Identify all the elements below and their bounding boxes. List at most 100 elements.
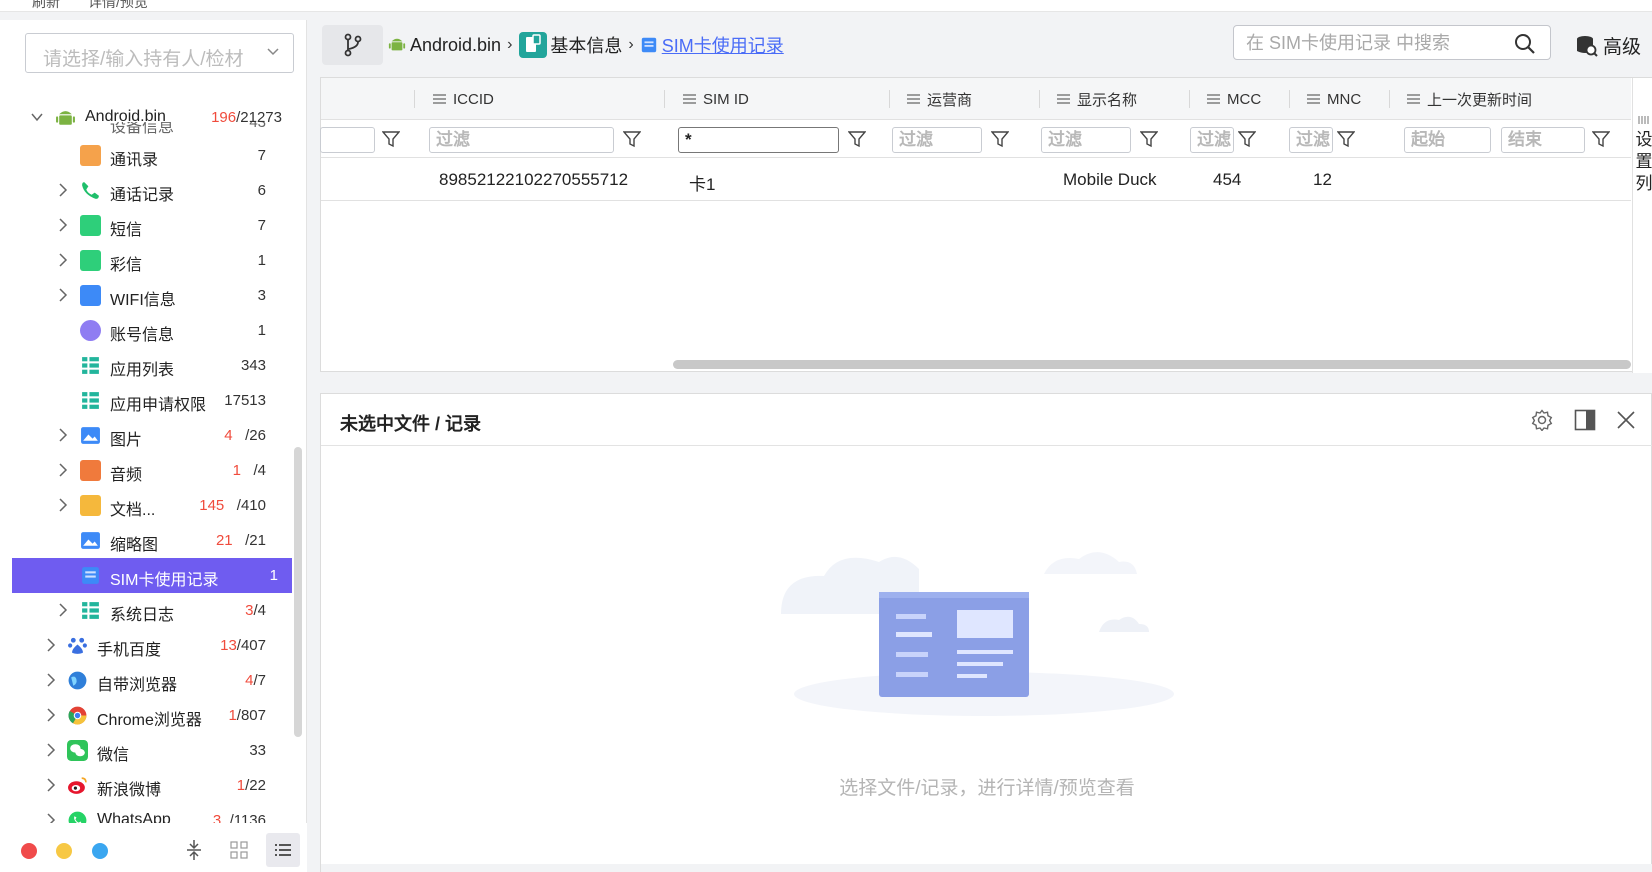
column-menu-icon[interactable] [907,94,920,104]
chevron-right-icon[interactable] [45,708,57,722]
column-menu-icon[interactable] [1407,94,1420,104]
column-header-display-name[interactable]: 显示名称 [1057,78,1137,120]
tree-item-label: 音频 [110,467,143,484]
weibo-icon [68,777,87,794]
top-menu-item-refresh[interactable]: 刷新 [32,0,60,11]
tree-item-account[interactable]: 账号信息 1 [0,313,292,348]
detail-close-button[interactable] [1613,407,1639,433]
tree-item-audio[interactable]: 音频 1 /4 [0,453,292,488]
filter-icon[interactable] [1592,130,1610,148]
sidebar-footer [0,823,307,872]
image-icon [81,427,100,444]
top-menu-item-detail-preview[interactable]: 详情/预览 [88,0,148,11]
tree-app-baidu[interactable]: 手机百度 13/407 [0,628,292,663]
tree-item-mms[interactable]: 彩信 1 [0,243,292,278]
column-menu-icon[interactable] [683,94,696,104]
tree-item-label: 缩略图 [110,537,159,554]
tree-item-thumbnails[interactable]: 缩略图 21 /21 [0,523,292,558]
list-view-button[interactable] [266,833,300,867]
tree-app-weibo[interactable]: 新浪微博 1/22 [0,768,292,803]
tree-item-count: 1/22 [236,777,266,794]
chevron-right-icon[interactable] [57,498,69,512]
column-menu-icon[interactable] [1057,94,1070,104]
tree-item-contacts[interactable]: 通讯录 7 [0,138,292,173]
filter-input-hidden-column[interactable] [320,127,375,153]
tree-item-call-log[interactable]: 通话记录 6 [0,173,292,208]
filter-input-display-name[interactable]: 过滤 [1041,127,1131,153]
chevron-right-icon[interactable] [57,428,69,442]
column-header-last-update[interactable]: 上一次更新时间 [1407,78,1532,120]
filter-icon[interactable] [1337,130,1355,148]
tree-item-label: 账号信息 [110,327,175,344]
tree-item-images[interactable]: 图片 4 /26 [0,418,292,453]
horizontal-scrollbar[interactable] [673,360,1631,369]
filter-icon[interactable] [991,130,1009,148]
tree-item-system-log[interactable]: 系统日志 3/4 [0,593,292,628]
filter-input-carrier[interactable]: 过滤 [892,127,982,153]
tree-item-label: 系统日志 [110,607,175,624]
tree-item-label: 彩信 [110,257,143,274]
filter-icon[interactable] [848,130,866,148]
grid-view-button[interactable] [222,833,256,867]
top-menu-strip: 刷新 详情/预览 [0,0,1652,12]
chevron-right-icon[interactable] [57,218,69,232]
holder-select[interactable]: 请选择/输入持有人/检材 [25,33,294,73]
branch-toggle-button[interactable] [322,25,383,65]
tree-item-app-permissions[interactable]: 应用申请权限 17513 [0,383,292,418]
column-menu-icon[interactable] [1207,94,1220,104]
filter-icon[interactable] [1238,130,1256,148]
tree-item-device-info[interactable]: 设备信息 43 [0,122,292,136]
column-header-mcc[interactable]: MCC [1207,78,1261,120]
cell-sim-id: 卡1 [689,175,716,194]
tree-item-app-list[interactable]: 应用列表 343 [0,348,292,383]
column-menu-icon[interactable] [1307,94,1320,104]
chevron-right-icon[interactable] [57,288,69,302]
filter-input-mnc[interactable]: 过滤 [1289,127,1333,153]
table-row[interactable]: 89852122102270555712 卡1 Mobile Duck 454 … [321,159,1631,201]
column-menu-icon[interactable] [433,94,446,104]
filter-icon[interactable] [382,130,400,148]
chevron-right-icon[interactable] [57,183,69,197]
filter-icon[interactable] [623,130,641,148]
column-settings-button[interactable]: 设 置 列 [1632,78,1652,373]
filter-input-start-date[interactable]: 起始 [1404,127,1491,153]
chevron-right-icon[interactable] [57,253,69,267]
search-input[interactable] [1246,31,1496,55]
tree-item-wifi[interactable]: WIFI信息 3 [0,278,292,313]
chevron-right-icon[interactable] [45,778,57,792]
breadcrumb-item-sim-record[interactable]: SIM卡使用记录 [640,32,784,58]
breadcrumb-item-basic-info[interactable]: 基本信息 › [518,31,639,59]
tree-item-sms[interactable]: 短信 7 [0,208,292,243]
collapse-all-button[interactable] [177,833,211,867]
column-header-carrier[interactable]: 运营商 [907,78,972,120]
filter-input-sim-id[interactable]: * [678,127,839,153]
chevron-right-icon[interactable] [57,603,69,617]
breadcrumb-separator: › [507,36,513,53]
detail-split-view-button[interactable] [1572,407,1598,433]
filter-input-end-date[interactable]: 结束 [1501,127,1585,153]
advanced-search-button[interactable]: 高级 [1575,32,1641,59]
filter-row: 过滤 * 过滤 过滤 过滤 过滤 起始 结束 [320,120,1631,158]
column-header-sim-id[interactable]: SIM ID [683,78,749,120]
android-icon [388,38,406,51]
tree-app-builtin-browser[interactable]: 自带浏览器 4/7 [0,663,292,698]
filter-input-mcc[interactable]: 过滤 [1190,127,1234,153]
chevron-right-icon[interactable] [57,463,69,477]
detail-settings-button[interactable] [1529,407,1555,433]
chevron-right-icon[interactable] [45,673,57,687]
column-header-iccid[interactable]: ICCID [433,78,494,120]
breadcrumb-item-android[interactable]: Android.bin › [388,35,518,56]
tree-app-wechat[interactable]: 微信 33 [0,733,292,768]
column-header-mnc[interactable]: MNC [1307,78,1361,120]
search-icon[interactable] [1514,33,1536,55]
table-header: ICCID SIM ID 运营商 显示名称 MCC MNC 上一次更新时间 [321,78,1631,120]
tree-item-count: 4/7 [245,672,266,689]
tree-scrollbar[interactable] [294,447,302,737]
filter-input-iccid[interactable]: 过滤 [429,127,614,153]
tree-item-documents[interactable]: 文档... 145 /410 [0,488,292,523]
chevron-right-icon[interactable] [45,743,57,757]
filter-icon[interactable] [1140,130,1158,148]
chevron-right-icon[interactable] [45,638,57,652]
tree-item-sim-record[interactable]: SIM卡使用记录 1 [12,558,292,593]
tree-app-chrome[interactable]: Chrome浏览器 1/807 [0,698,292,733]
